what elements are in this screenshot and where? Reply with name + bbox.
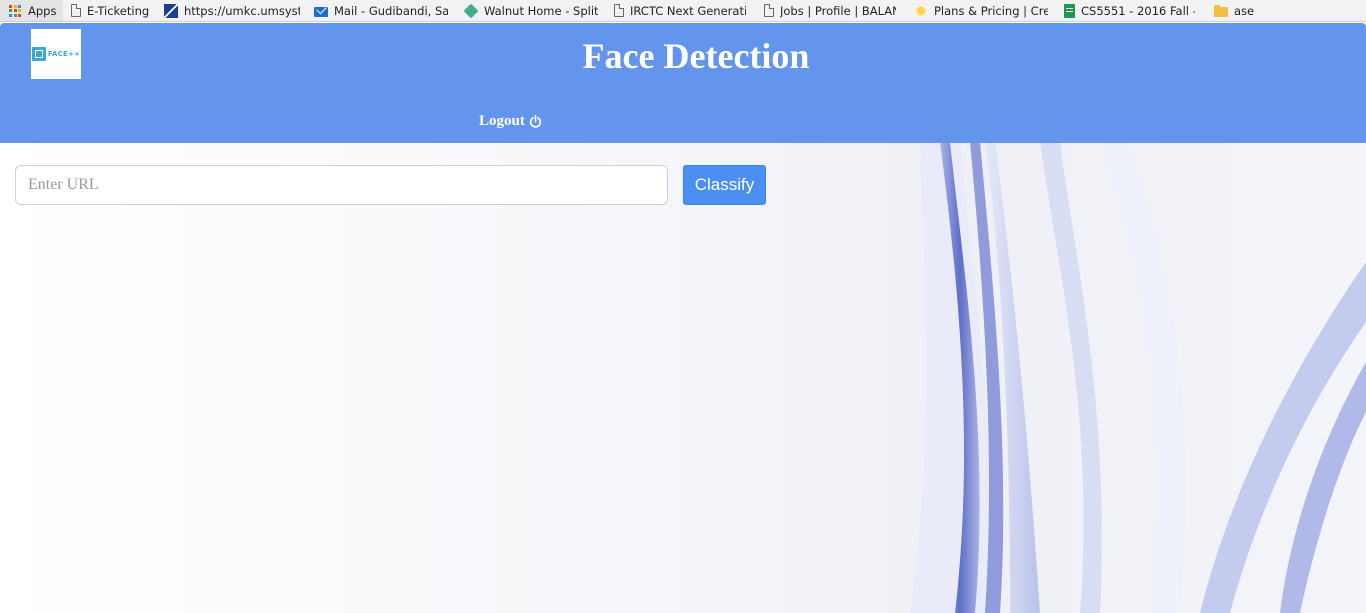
mail-icon [314,6,328,17]
logout-label: Logout [479,113,525,129]
bookmark-label: CS5551 - 2016 Fall - C [1081,3,1195,18]
bookmark-cs5551[interactable]: CS5551 - 2016 Fall - C [1056,0,1206,21]
logout-link[interactable]: Logout [479,113,542,130]
bookmark-e-ticketing[interactable]: E-Ticketing [63,0,156,21]
umkc-icon [164,3,178,18]
apps-grid-icon [8,4,22,18]
spreadsheet-icon [1064,3,1075,18]
background-waves-image [910,142,1366,613]
bookmark-umkc[interactable]: https://umkc.umsyste [156,0,306,21]
bookmark-walnut[interactable]: Walnut Home - Splitw [456,0,606,21]
lightbulb-icon [914,3,928,18]
bookmark-label: Jobs | Profile | BALAN [780,3,896,18]
url-input[interactable] [15,165,668,205]
bookmark-label: E-Ticketing [87,3,150,18]
bookmark-label: Mail - Gudibandi, Saij [334,3,448,18]
background-art [0,142,1366,613]
app-header: FACE++ Face Detection Logout [0,23,1366,143]
bookmark-label: Apps [28,3,57,18]
bookmark-plans[interactable]: Plans & Pricing | Crea [906,0,1056,21]
classify-button[interactable]: Classify [683,165,766,205]
page-icon [614,4,624,17]
power-icon [529,115,542,128]
bookmark-ase[interactable]: ase [1206,0,1266,21]
bookmark-jobs[interactable]: Jobs | Profile | BALAN [756,0,906,21]
bookmark-label: ase [1234,3,1255,18]
bookmark-irctc[interactable]: IRCTC Next Generatio [606,0,756,21]
walnut-icon [463,3,479,18]
folder-icon [1214,4,1228,17]
page-title: Face Detection [582,36,810,76]
bookmark-label: https://umkc.umsyste [184,3,300,18]
bookmark-label: Walnut Home - Splitw [484,3,598,18]
bookmark-label: IRCTC Next Generatio [630,3,746,18]
bookmark-apps[interactable]: Apps [0,0,63,21]
bookmark-label: Plans & Pricing | Crea [934,3,1048,18]
page-icon [764,4,774,17]
page-icon [71,4,81,17]
bookmarks-bar: Apps E-Ticketing https://umkc.umsyste Ma… [0,0,1366,22]
bookmark-mail[interactable]: Mail - Gudibandi, Saij [306,0,456,21]
